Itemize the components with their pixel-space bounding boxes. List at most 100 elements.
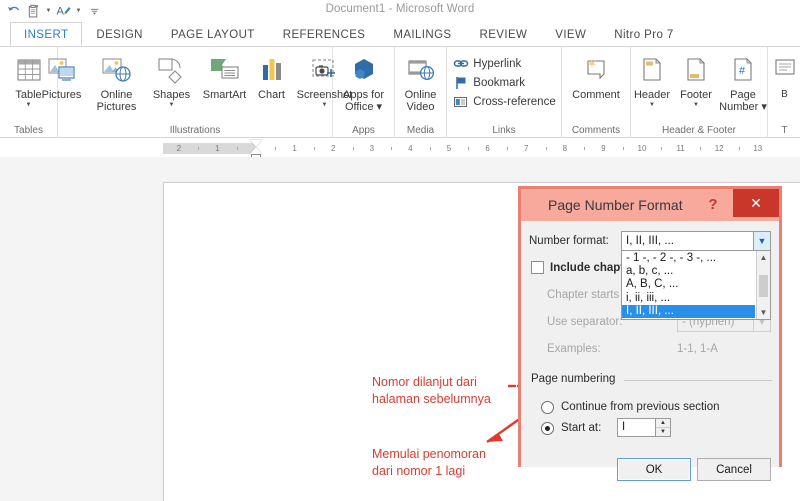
include-chapter-number-checkbox[interactable] [531, 261, 544, 274]
dropdown-option[interactable]: A, B, C, ... [622, 278, 755, 291]
bookmark-icon [452, 74, 469, 91]
scroll-up-icon[interactable]: ▲ [757, 251, 770, 264]
cancel-button[interactable]: Cancel [697, 458, 771, 481]
cross-reference-icon [452, 93, 469, 110]
tab-references[interactable]: REFERENCES [269, 22, 380, 46]
online-video-icon [405, 53, 437, 87]
number-format-dropdown-list[interactable]: - 1 -, - 2 -, - 3 -, ... a, b, c, ... A, B… [621, 250, 771, 320]
tab-view[interactable]: VIEW [541, 22, 600, 46]
screenshot-dropdown-icon[interactable]: ▼ [322, 101, 328, 109]
ruler-tick [622, 147, 624, 150]
hyperlink-button[interactable]: Hyperlink [450, 54, 557, 73]
start-at-stepper[interactable]: ▲ ▼ [655, 419, 670, 436]
tab-mailings[interactable]: MAILINGS [379, 22, 465, 46]
ruler-label-11: 11 [676, 144, 685, 153]
ruler-label-left-2: 2 [176, 144, 182, 153]
dropdown-option[interactable]: i, ii, iii, ... [622, 292, 755, 305]
header-button[interactable]: Header ▼ [630, 51, 674, 109]
annotation-text-continue: Nomor dilanjut dari halaman sebelumnya [372, 375, 491, 406]
stepper-down-icon[interactable]: ▼ [656, 428, 670, 436]
dropdown-scrollbar[interactable]: ▲ ▼ [756, 251, 770, 319]
ruler-tick [738, 147, 740, 150]
help-icon[interactable]: ? [701, 192, 725, 216]
dropdown-option[interactable]: a, b, c, ... [622, 265, 755, 278]
comment-button-label: Comment [572, 89, 620, 101]
ribbon-groups: Table ▼ Tables Pictures Online Pictures … [0, 47, 800, 138]
horizontal-ruler[interactable]: 2 1 1 2 3 4 5 6 7 8 9 10 11 12 13 [0, 139, 800, 160]
header-dropdown-icon[interactable]: ▼ [649, 101, 655, 109]
footer-button[interactable]: Footer ▼ [675, 51, 717, 109]
tab-review[interactable]: REVIEW [466, 22, 542, 46]
ruler-label-3: 3 [369, 144, 375, 153]
pictures-button-label: Pictures [41, 89, 82, 101]
number-format-value: I, II, III, ... [626, 235, 674, 247]
close-icon[interactable]: ✕ [733, 189, 779, 217]
ok-button[interactable]: OK [617, 458, 691, 481]
pictures-icon [45, 53, 79, 87]
smartart-button-label: SmartArt [202, 89, 247, 101]
ruler-label-8: 8 [562, 144, 568, 153]
tab-design[interactable]: DESIGN [82, 22, 157, 46]
table-dropdown-icon[interactable]: ▼ [26, 101, 32, 109]
first-line-indent-marker[interactable] [250, 140, 262, 147]
cross-reference-button[interactable]: Cross-reference [450, 92, 557, 111]
ribbon-group-links-label: Links [492, 125, 516, 136]
ruler-label-12: 12 [714, 144, 724, 153]
shapes-icon [155, 53, 189, 87]
tab-insert[interactable]: INSERT [10, 22, 83, 46]
ruler-tick [661, 147, 663, 150]
continue-from-previous-radio[interactable] [541, 401, 554, 414]
start-at-value[interactable]: I [618, 419, 655, 436]
stepper-up-icon[interactable]: ▲ [656, 419, 670, 428]
apps-for-office-button[interactable]: Apps for Office ▾ [337, 51, 391, 113]
ribbon-tab-strip: INSERT DESIGN PAGE LAYOUT REFERENCES MAILING… [0, 22, 800, 46]
scroll-down-icon[interactable]: ▼ [757, 306, 770, 319]
dropdown-option[interactable]: I, II, III, ... [622, 304, 755, 318]
text-box-icon [771, 53, 799, 87]
online-video-button[interactable]: Online Video [398, 51, 444, 113]
comment-button[interactable]: Comment [565, 51, 627, 101]
online-pictures-button-label: Online Pictures [96, 89, 137, 113]
tab-page-layout[interactable]: PAGE LAYOUT [157, 22, 269, 46]
ribbon-group-header-footer: Header ▼ Footer ▼ # Page Number ▾ Header… [631, 47, 768, 138]
ribbon-group-text-label: T [781, 125, 788, 136]
chart-button[interactable]: Chart [251, 51, 293, 101]
page-number-button[interactable]: # Page Number ▾ [718, 51, 768, 113]
ruler-tick [236, 147, 238, 150]
shapes-dropdown-icon[interactable]: ▼ [169, 101, 175, 109]
chart-icon [256, 53, 288, 87]
ruler-label-1: 1 [292, 144, 297, 153]
text-box-button[interactable]: B [770, 51, 800, 101]
ruler-label-9: 9 [601, 144, 606, 153]
bookmark-label: Bookmark [473, 76, 526, 89]
shapes-button[interactable]: Shapes ▼ [145, 51, 199, 109]
header-icon [637, 53, 667, 87]
online-video-button-label: Online Video [404, 89, 437, 113]
ruler-label-5: 5 [446, 144, 452, 153]
chevron-down-icon[interactable]: ▼ [753, 232, 770, 250]
start-at-radio-dot [545, 426, 550, 431]
pictures-button[interactable]: Pictures [35, 51, 89, 101]
dropdown-option[interactable]: - 1 -, - 2 -, - 3 -, ... [622, 252, 755, 265]
start-at-radio[interactable] [541, 422, 554, 435]
footer-dropdown-icon[interactable]: ▼ [693, 101, 699, 109]
footer-icon [681, 53, 711, 87]
bookmark-button[interactable]: Bookmark [450, 73, 557, 92]
ruler-label-13: 13 [753, 144, 763, 153]
smartart-button[interactable]: SmartArt [200, 51, 250, 101]
ribbon-group-illustrations: Pictures Online Pictures Shapes ▼ SmartA… [42, 47, 352, 138]
examples-value: 1-1, 1-A [677, 343, 718, 355]
use-separator-label: Use separator: [547, 316, 623, 328]
scrollbar-thumb[interactable] [759, 275, 768, 297]
ruler-label-4: 4 [408, 144, 413, 153]
number-format-combobox[interactable]: I, II, III, ... ▼ [621, 231, 771, 251]
ribbon-group-text: B T [768, 47, 800, 138]
page-number-format-dialog: Page Number Format ? ✕ Number format: I,… [518, 186, 782, 481]
start-at-spinner[interactable]: I ▲ ▼ [617, 418, 671, 437]
page-number-button-label: Page Number ▾ [719, 89, 767, 113]
ruler-tick [506, 147, 508, 150]
ruler-tick [275, 147, 277, 150]
online-pictures-button[interactable]: Online Pictures [90, 51, 144, 113]
tab-nitro-pro-7[interactable]: Nitro Pro 7 [600, 22, 687, 46]
hanging-indent-marker[interactable] [250, 147, 262, 154]
